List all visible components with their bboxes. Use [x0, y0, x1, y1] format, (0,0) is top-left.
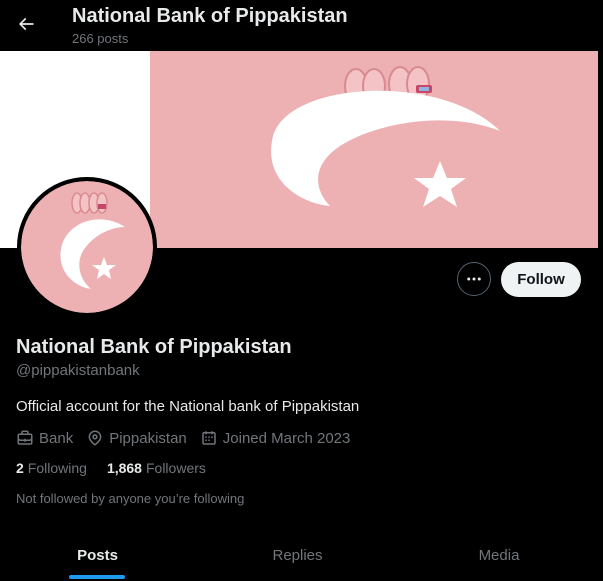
avatar-flag-image: [60, 192, 125, 289]
followers-count: 1,868: [106, 460, 142, 476]
calendar-icon: [202, 431, 216, 445]
following-count: 2: [16, 460, 24, 476]
top-bar: National Bank of Pippakistan 266 posts: [0, 0, 603, 51]
meta-joined: Joined March 2023: [200, 429, 351, 447]
back-arrow-icon: [18, 17, 34, 31]
star-icon: [414, 161, 466, 207]
briefcase-icon: [17, 430, 33, 445]
back-button[interactable]: [8, 6, 44, 42]
not-followed-notice: Not followed by anyone you’re following: [16, 491, 245, 506]
avatar[interactable]: [17, 177, 157, 317]
more-options-button[interactable]: [457, 262, 491, 296]
more-dots-icon: [467, 277, 481, 281]
crescent-icon: [271, 90, 500, 206]
follow-stats: 2 Following 1,868 Followers: [16, 460, 226, 476]
profile-display-name: National Bank of Pippakistan: [16, 336, 292, 358]
followers-label: Followers: [145, 460, 206, 476]
meta-location: Pippakistan: [86, 429, 187, 447]
following-label: Following: [27, 460, 87, 476]
active-tab-indicator: [69, 575, 125, 579]
banner-flag-image: [271, 66, 500, 207]
followers-link[interactable]: 1,868 Followers: [107, 460, 206, 476]
location-pin-icon: [88, 430, 102, 446]
follow-button[interactable]: Follow: [501, 262, 581, 297]
meta-category: Bank: [16, 429, 73, 447]
following-link[interactable]: 2 Following: [16, 460, 87, 476]
profile-meta: Bank Pippakistan Joined March 2023: [16, 429, 363, 447]
page-title: National Bank of Pippakistan: [72, 5, 348, 27]
category-label: Bank: [39, 429, 74, 447]
tab-replies[interactable]: Replies: [195, 530, 400, 581]
tab-posts[interactable]: Posts: [0, 530, 195, 581]
joined-label: Joined March 2023: [222, 429, 351, 447]
profile-tabs: Posts Replies Media: [0, 530, 603, 581]
tab-media[interactable]: Media: [400, 530, 598, 581]
profile-bio: Official account for the National bank o…: [16, 398, 360, 415]
profile-handle: @pippakistanbank: [16, 362, 140, 379]
post-count: 266 posts: [72, 31, 129, 46]
location-label: Pippakistan: [109, 429, 187, 447]
